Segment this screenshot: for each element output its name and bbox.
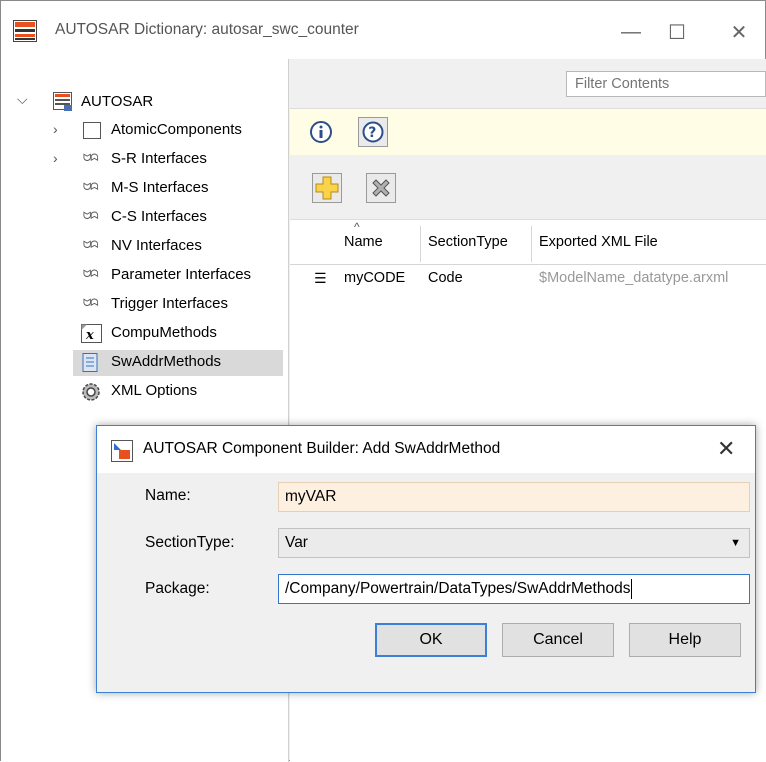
compu-method-icon: x bbox=[81, 324, 102, 343]
section-type-label: SectionType: bbox=[145, 534, 235, 551]
tree-item-label: AtomicComponents bbox=[111, 121, 242, 138]
maximize-button[interactable]: ☐ bbox=[657, 15, 697, 49]
window-title: AUTOSAR Dictionary: autosar_swc_counter bbox=[55, 21, 359, 38]
name-field[interactable]: myVAR bbox=[278, 482, 750, 512]
list-icon bbox=[82, 353, 98, 372]
ok-button[interactable]: OK bbox=[375, 623, 487, 657]
package-field[interactable]: /Company/Powertrain/DataTypes/SwAddrMeth… bbox=[278, 574, 750, 604]
name-label: Name: bbox=[145, 487, 191, 504]
cell-section-type: Code bbox=[428, 270, 463, 286]
column-header-section-type[interactable]: SectionType bbox=[428, 234, 508, 250]
section-type-select[interactable]: Var ▼ bbox=[278, 528, 750, 558]
plus-icon bbox=[315, 176, 339, 200]
tree-item-xml-options[interactable]: XML Options bbox=[1, 379, 289, 405]
chevron-down-icon[interactable]: ⌵ bbox=[17, 91, 28, 108]
tree-item-atomic-components[interactable]: › AtomicComponents bbox=[1, 118, 289, 144]
add-swaddrmethod-dialog: AUTOSAR Component Builder: Add SwAddrMet… bbox=[96, 425, 756, 693]
component-builder-icon bbox=[111, 440, 133, 462]
tree-item-trigger-interfaces[interactable]: ᗢᗣ Trigger Interfaces bbox=[1, 292, 289, 318]
info-bar: ? bbox=[290, 109, 766, 155]
chevron-right-icon[interactable]: › bbox=[53, 121, 58, 137]
tree-item-label: S-R Interfaces bbox=[111, 150, 207, 167]
tree-item-sw-addr-methods[interactable]: SwAddrMethods bbox=[73, 350, 283, 376]
close-window-button[interactable]: ✕ bbox=[719, 15, 759, 49]
column-header-name[interactable]: Name bbox=[344, 234, 383, 250]
add-button[interactable] bbox=[312, 173, 342, 203]
column-separator bbox=[420, 226, 421, 262]
question-icon: ? bbox=[362, 121, 384, 143]
interface-icon: ᗢᗣ bbox=[83, 211, 99, 222]
tree-item-label: SwAddrMethods bbox=[111, 353, 222, 370]
sort-ascending-icon: ^ bbox=[354, 220, 360, 234]
svg-text:x: x bbox=[85, 328, 94, 343]
package-value: /Company/Powertrain/DataTypes/SwAddrMeth… bbox=[285, 580, 631, 597]
section-type-value: Var bbox=[285, 534, 308, 551]
delete-icon bbox=[372, 179, 390, 197]
interface-icon: ᗢᗣ bbox=[83, 182, 99, 193]
chevron-right-icon[interactable]: › bbox=[53, 150, 58, 166]
interface-icon: ᗢᗣ bbox=[83, 298, 99, 309]
tree-item-label: C-S Interfaces bbox=[111, 208, 207, 225]
tree-item-ms-interfaces[interactable]: ᗢᗣ M-S Interfaces bbox=[1, 176, 289, 202]
help-button[interactable]: ? bbox=[358, 117, 388, 147]
dialog-close-button[interactable]: ✕ bbox=[717, 436, 735, 462]
cell-exported-xml-file: $ModelName_datatype.arxml bbox=[539, 270, 729, 286]
filter-contents-input[interactable] bbox=[566, 71, 766, 97]
tree-item-label: Trigger Interfaces bbox=[111, 295, 228, 312]
dialog-titlebar: AUTOSAR Component Builder: Add SwAddrMet… bbox=[97, 426, 755, 473]
interface-icon: ᗢᗣ bbox=[83, 269, 99, 280]
tree-item-parameter-interfaces[interactable]: ᗢᗣ Parameter Interfaces bbox=[1, 263, 289, 289]
dialog-title: AUTOSAR Component Builder: Add SwAddrMet… bbox=[143, 440, 501, 457]
info-icon bbox=[310, 121, 332, 143]
dropdown-arrow-icon: ▼ bbox=[730, 537, 741, 549]
minimize-button[interactable]: — bbox=[611, 15, 651, 49]
interface-icon: ᗢᗣ bbox=[83, 240, 99, 251]
cell-name: myCODE bbox=[344, 270, 406, 286]
autosar-root-icon bbox=[53, 92, 72, 111]
tree-item-nv-interfaces[interactable]: ᗢᗣ NV Interfaces bbox=[1, 234, 289, 260]
text-caret bbox=[631, 579, 633, 599]
tree-item-cs-interfaces[interactable]: ᗢᗣ C-S Interfaces bbox=[1, 205, 289, 231]
delete-button[interactable] bbox=[366, 173, 396, 203]
info-button[interactable] bbox=[306, 117, 336, 147]
tree-item-label: Parameter Interfaces bbox=[111, 266, 252, 283]
tree-item-sr-interfaces[interactable]: › ᗢᗣ S-R Interfaces bbox=[1, 147, 289, 173]
toolbar bbox=[290, 157, 766, 219]
svg-text:?: ? bbox=[368, 125, 376, 141]
tree-item-compu-methods[interactable]: x CompuMethods bbox=[1, 321, 289, 347]
filter-bar bbox=[290, 59, 766, 109]
column-header-exported-xml-file[interactable]: Exported XML File bbox=[539, 234, 658, 250]
component-icon bbox=[83, 122, 101, 139]
window-titlebar: AUTOSAR Dictionary: autosar_swc_counter … bbox=[1, 1, 765, 59]
column-separator bbox=[531, 226, 532, 262]
row-list-icon: ☰ bbox=[314, 269, 327, 286]
tree-item-label: CompuMethods bbox=[111, 324, 217, 341]
tree-root-label: AUTOSAR bbox=[81, 93, 154, 110]
package-label: Package: bbox=[145, 580, 210, 597]
tree-item-label: M-S Interfaces bbox=[111, 179, 209, 196]
tree-item-label: XML Options bbox=[111, 382, 198, 399]
app-icon bbox=[13, 20, 37, 42]
cancel-button[interactable]: Cancel bbox=[502, 623, 614, 657]
interface-icon: ᗢᗣ bbox=[83, 153, 99, 164]
help-dialog-button[interactable]: Help bbox=[629, 623, 741, 657]
tree-item-label: NV Interfaces bbox=[111, 237, 202, 254]
gear-icon bbox=[82, 383, 100, 401]
